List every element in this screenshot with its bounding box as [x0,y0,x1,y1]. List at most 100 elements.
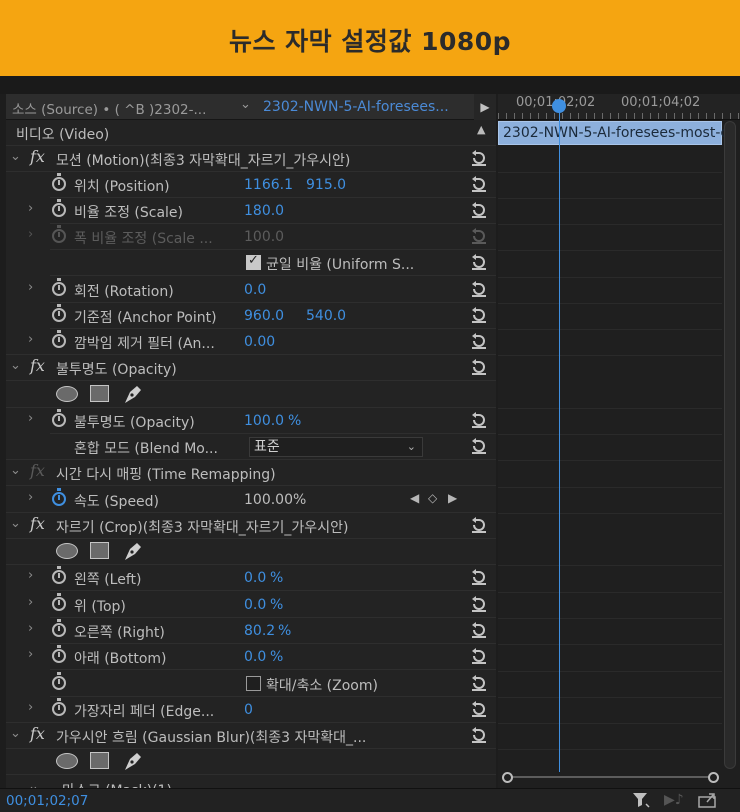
rectangle-mask-icon[interactable] [90,385,109,402]
reset-icon[interactable] [470,306,488,324]
blend-mode-select[interactable]: 표준 ⌄ [249,437,423,457]
play-triangle-icon[interactable]: ▶ [474,94,496,120]
stopwatch-icon[interactable] [52,645,66,663]
reset-icon[interactable] [470,568,488,586]
stopwatch-icon[interactable] [52,488,66,506]
crop-top-value[interactable]: 0.0 [244,597,266,613]
expand-chevron-icon[interactable]: › [28,621,33,636]
ellipse-mask-icon[interactable] [56,386,78,402]
speed-value[interactable]: 100.00% [244,492,306,508]
reset-icon[interactable] [470,726,488,744]
stopwatch-icon[interactable] [52,672,66,690]
sequence-clip-link[interactable]: 2302-NWN-5-AI-foresees... [263,99,449,115]
scroll-handle-right[interactable] [708,772,719,783]
position-y-value[interactable]: 915.0 [306,177,346,193]
stopwatch-icon[interactable] [52,619,66,637]
stopwatch-icon[interactable] [52,593,66,611]
crop-left-value[interactable]: 0.0 [244,570,266,586]
reset-icon[interactable] [470,437,488,455]
fx-icon[interactable]: fx [30,724,45,743]
reset-icon[interactable] [470,332,488,350]
uniform-scale-checkbox[interactable] [246,253,261,270]
expand-chevron-icon[interactable]: ⌄ [10,358,21,373]
gaussian-effect-row[interactable]: ⌄ fx 가우시안 흐림 (Gaussian Blur)(최종3 자막확대_..… [6,723,496,749]
scroll-handle-left[interactable] [502,772,513,783]
reset-icon[interactable] [470,201,488,219]
crop-effect-row[interactable]: ⌄ fx 자르기 (Crop)(최종3 자막확대_자르기_가우시안) [6,513,496,539]
fx-icon[interactable]: fx [30,356,45,375]
rectangle-mask-icon[interactable] [90,542,109,559]
export-icon[interactable] [698,792,718,812]
vertical-scrollbar[interactable] [724,121,736,769]
pen-tool-icon[interactable] [122,750,144,772]
expand-chevron-icon[interactable]: › [28,411,33,426]
reset-icon[interactable] [470,700,488,718]
source-label[interactable]: 소스 (Source) • ( ^B )2302-... [12,98,206,118]
playhead-handle[interactable] [552,99,566,113]
expand-chevron-icon[interactable]: › [28,595,33,610]
position-x-value[interactable]: 1166.1 [244,177,293,193]
expand-chevron-icon[interactable]: ⌄ [28,779,39,788]
fx-icon[interactable]: fx [30,514,45,533]
crop-right-value[interactable]: 80.2 [244,623,275,639]
antiflicker-value[interactable]: 0.00 [244,334,275,350]
crop-bottom-value[interactable]: 0.0 [244,649,266,665]
expand-chevron-icon[interactable]: › [28,332,33,347]
stopwatch-icon[interactable] [52,278,66,296]
ellipse-mask-icon[interactable] [56,543,78,559]
expand-chevron-icon[interactable]: ⌄ [10,463,21,478]
pen-tool-icon[interactable] [122,540,144,562]
timeline-clip[interactable]: 2302-NWN-5-AI-foresees-most-c [498,121,728,145]
anchor-x-value[interactable]: 960.0 [244,308,284,324]
reset-icon[interactable] [470,647,488,665]
expand-chevron-icon[interactable]: › [28,700,33,715]
stopwatch-icon[interactable] [52,304,66,322]
zoom-checkbox[interactable] [246,676,261,691]
expand-chevron-icon[interactable]: › [28,568,33,583]
stopwatch-icon[interactable] [52,698,66,716]
rotation-value[interactable]: 0.0 [244,282,266,298]
stopwatch-icon[interactable] [52,173,66,191]
pen-tool-icon[interactable] [122,383,144,405]
add-keyframe-icon[interactable]: ◇ [428,491,437,505]
time-remap-effect-row[interactable]: ⌄ fx 시간 다시 매핑 (Time Remapping) [6,460,496,486]
stopwatch-icon[interactable] [52,409,66,427]
scale-value[interactable]: 180.0 [244,203,284,219]
stopwatch-icon[interactable] [52,199,66,217]
motion-effect-row[interactable]: ⌄ fx 모션 (Motion)(최종3 자막확대_자르기_가우시안) [6,146,496,172]
filter-icon[interactable] [632,792,650,812]
opacity-value[interactable]: 100.0 [244,413,284,429]
expand-chevron-icon[interactable]: › [28,201,33,216]
current-timecode[interactable]: 00;01;02;07 [6,793,88,809]
reset-icon[interactable] [470,175,488,193]
reset-icon[interactable] [470,595,488,613]
reset-icon[interactable] [470,253,488,271]
reset-icon[interactable] [470,674,488,692]
crop-edge-value[interactable]: 0 [244,702,253,718]
collapse-up-icon[interactable]: ▲ [477,123,485,136]
chevron-down-icon[interactable]: ⌄ [240,97,251,112]
expand-chevron-icon[interactable]: › [28,490,33,505]
horizontal-zoom-scrollbar[interactable] [502,772,719,783]
expand-chevron-icon[interactable]: ⌄ [10,726,21,741]
rectangle-mask-icon[interactable] [90,752,109,769]
opacity-effect-row[interactable]: ⌄ fx 불투명도 (Opacity) [6,355,496,381]
expand-chevron-icon[interactable]: ⌄ [10,516,21,531]
playhead-line[interactable] [559,100,560,772]
expand-chevron-icon[interactable]: › [28,647,33,662]
reset-icon[interactable] [470,516,488,534]
prev-keyframe-icon[interactable]: ◀ [410,491,419,505]
next-keyframe-icon[interactable]: ▶ [448,491,457,505]
fx-icon[interactable]: fx [30,147,45,166]
stopwatch-icon[interactable] [52,566,66,584]
reset-icon[interactable] [470,358,488,376]
stopwatch-icon[interactable] [52,330,66,348]
anchor-y-value[interactable]: 540.0 [306,308,346,324]
ellipse-mask-icon[interactable] [56,753,78,769]
expand-chevron-icon[interactable]: › [28,280,33,295]
reset-icon[interactable] [470,280,488,298]
reset-icon[interactable] [470,411,488,429]
reset-icon[interactable] [470,149,488,167]
expand-chevron-icon[interactable]: ⌄ [10,149,21,164]
time-ruler[interactable]: 00;01;02;02 00;01;04;02 [498,94,740,120]
